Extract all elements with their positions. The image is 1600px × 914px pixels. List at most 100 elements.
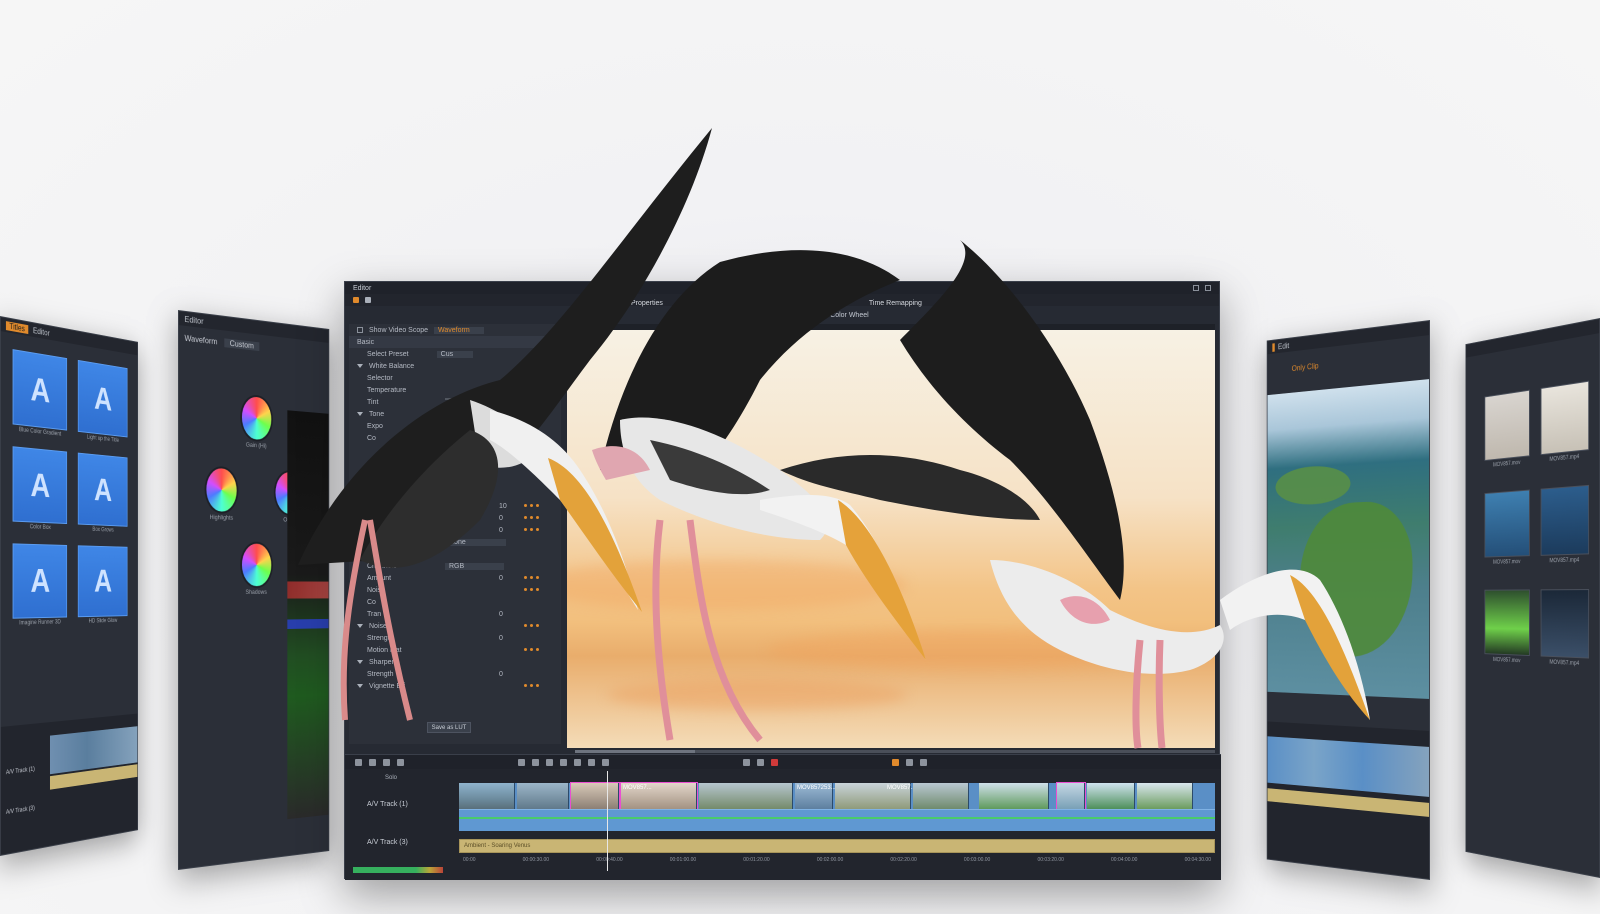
checkbox-icon[interactable]	[357, 327, 363, 333]
clip[interactable]: MOV857253...	[795, 783, 833, 809]
property-value[interactable]: 0	[499, 515, 503, 522]
time-remapping-label[interactable]: Time Remapping	[869, 300, 922, 307]
keyframe-icon[interactable]	[524, 588, 539, 591]
lut-profile-select[interactable]: None	[445, 539, 506, 546]
keyframe-icon[interactable]	[524, 684, 539, 687]
settings-icon[interactable]	[383, 759, 390, 766]
scope-mode-select[interactable]: Waveform	[434, 327, 484, 334]
property-value[interactable]: 0	[499, 611, 503, 618]
keyframe-icon[interactable]	[524, 396, 539, 399]
property-group[interactable]: Noise	[349, 548, 561, 560]
property-slider[interactable]	[445, 410, 497, 412]
clip[interactable]	[913, 783, 969, 809]
solo-label[interactable]: Solo	[385, 775, 397, 781]
property-value[interactable]: 0	[499, 527, 503, 534]
clip[interactable]	[979, 783, 1049, 809]
video-track[interactable]: MOV857... MOV857253... MOV857...	[459, 783, 1215, 831]
video-preview[interactable]	[567, 330, 1215, 748]
section-basic[interactable]: Basic	[349, 336, 561, 348]
preset-select[interactable]: Cus	[437, 351, 473, 358]
property-group[interactable]: Sharpen	[349, 656, 561, 668]
maximize-icon[interactable]	[1205, 285, 1211, 291]
marker-icon[interactable]	[397, 759, 404, 766]
media-thumb[interactable]: MOV857.mp4	[1540, 485, 1589, 565]
property-group[interactable]: White Balance	[349, 360, 561, 372]
clip[interactable]	[459, 783, 515, 809]
zoom-icon[interactable]	[920, 759, 927, 766]
title-template[interactable]: A Imagine Runner 3D	[13, 543, 67, 626]
property-label: Vignette Eff	[369, 683, 405, 690]
media-thumb[interactable]: MOV857.mov	[1485, 589, 1530, 664]
clip-selected[interactable]: MOV857...	[621, 783, 697, 809]
keyframe-icon[interactable]	[524, 576, 539, 579]
video-icon[interactable]	[353, 297, 359, 303]
title-template[interactable]: A Color Box	[13, 446, 67, 531]
scope-mode[interactable]: Waveform	[184, 334, 217, 347]
ruler-tick: 00:03:00.00	[964, 857, 990, 865]
audio-icon[interactable]	[574, 759, 581, 766]
effects-icon[interactable]	[588, 759, 595, 766]
timeline-ruler[interactable]: 00:00 00:00:30.00 00:00:40.00 00:01:00.0…	[459, 857, 1215, 865]
title-template[interactable]: A Light up the Title	[78, 360, 128, 445]
title-template[interactable]: A Box Grows	[78, 453, 128, 534]
tab-editor[interactable]: Editor	[33, 326, 50, 338]
save-as-lut-button[interactable]: Save as LUT	[427, 722, 471, 733]
property-value[interactable]: 0	[499, 635, 503, 642]
text-icon[interactable]	[546, 759, 553, 766]
ripple-icon[interactable]	[757, 759, 764, 766]
clip[interactable]	[1137, 783, 1193, 809]
track-label: A/V Track (3)	[6, 806, 35, 816]
transition-icon[interactable]	[602, 759, 609, 766]
property-value[interactable]: 0	[499, 575, 503, 582]
island-shape	[1276, 464, 1351, 506]
playhead[interactable]	[607, 771, 608, 871]
record-icon[interactable]	[771, 759, 778, 766]
color-wheel-highlights[interactable]: Highlights	[188, 467, 254, 523]
expand-icon	[357, 660, 363, 664]
preset-select[interactable]: Custom	[224, 338, 259, 351]
tab-tuning[interactable]: Tuning	[795, 312, 816, 319]
keyframe-icon[interactable]	[524, 528, 539, 531]
loop-icon[interactable]	[906, 759, 913, 766]
clip[interactable]	[1087, 783, 1135, 809]
audio-track-clip[interactable]: Ambient - Soaring Venus	[459, 839, 1215, 853]
media-thumb[interactable]: MOV857.mov	[1485, 390, 1530, 469]
channels-select[interactable]: RGB	[445, 563, 504, 570]
clip[interactable]: MOV857...	[835, 783, 911, 809]
clip-lower-band	[459, 809, 1215, 831]
clip[interactable]	[699, 783, 793, 809]
clip-selected[interactable]	[571, 783, 619, 809]
razor-icon[interactable]	[532, 759, 539, 766]
keyframe-icon[interactable]	[524, 504, 539, 507]
keyframe-icon[interactable]	[524, 648, 539, 651]
sunset-cloud	[767, 630, 1187, 670]
property-slider[interactable]	[445, 398, 497, 400]
audio-waveform-line	[459, 817, 1215, 819]
title-template[interactable]: A HD Slide Glow	[78, 545, 128, 624]
clip[interactable]	[517, 783, 569, 809]
property-value[interactable]: 10	[499, 503, 507, 510]
storyboard-icon[interactable]	[355, 759, 362, 766]
split-icon[interactable]	[518, 759, 525, 766]
keyframe-icon[interactable]	[524, 624, 539, 627]
property-value[interactable]: 0	[499, 671, 503, 678]
restore-icon[interactable]	[1193, 285, 1199, 291]
trim-icon[interactable]	[560, 759, 567, 766]
title-template-grid: A Blue Color Gradient A Light up the Title…	[1, 331, 137, 643]
media-thumb[interactable]: MOV857.mov	[1485, 490, 1530, 566]
media-thumb[interactable]: MOV857.mp4	[1540, 381, 1589, 464]
show-video-scope-row[interactable]: Show Video Scope Waveform	[349, 324, 561, 336]
tab-edit[interactable]: Edit	[1272, 341, 1289, 351]
preview-scrub-bar[interactable]	[575, 750, 1215, 753]
aerial-preview	[1268, 379, 1430, 699]
tab-color-wheel[interactable]: Color Wheel	[830, 312, 869, 319]
tab-titles[interactable]: Titles	[6, 321, 28, 334]
keyframe-icon[interactable]	[524, 516, 539, 519]
timeline-icon[interactable]	[369, 759, 376, 766]
title-template[interactable]: A Blue Color Gradient	[13, 349, 67, 438]
play-icon[interactable]	[892, 759, 899, 766]
media-thumb[interactable]: MOV857.mp4	[1540, 589, 1589, 667]
music-note-icon[interactable]	[365, 297, 371, 303]
clip-selected[interactable]	[1057, 783, 1085, 809]
snap-icon[interactable]	[743, 759, 750, 766]
